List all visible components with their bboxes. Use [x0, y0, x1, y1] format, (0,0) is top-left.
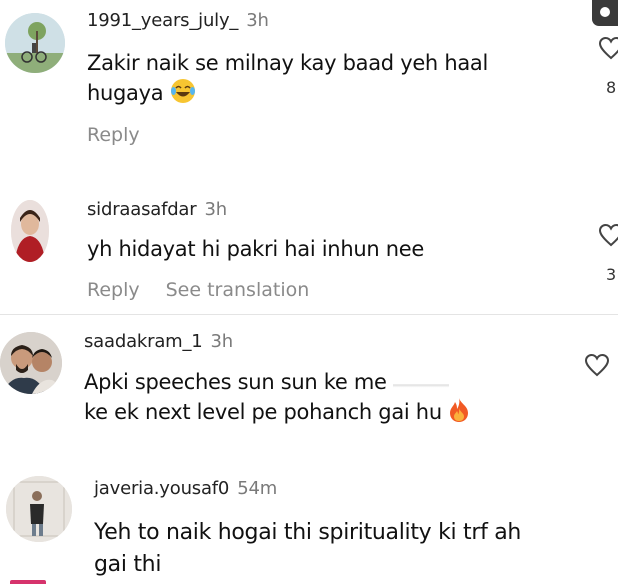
- comment-item: 1991_years_july_ 3h Zakir naik se milnay …: [0, 0, 618, 170]
- divider: [0, 314, 618, 315]
- next-comment-avatar-edge: [10, 580, 46, 584]
- avatar-image: [5, 13, 65, 73]
- comment-username[interactable]: sidraasafdar 3h: [87, 199, 227, 220]
- comment-username[interactable]: 1991_years_july_ 3h: [87, 10, 269, 31]
- like-heart-icon[interactable]: [598, 223, 618, 247]
- username-text[interactable]: 1991_years_july_: [87, 10, 238, 31]
- username-text[interactable]: saadakram_1: [84, 331, 203, 352]
- comment-username[interactable]: saadakram_1 3h: [84, 331, 233, 352]
- comment-time: 3h: [204, 199, 227, 220]
- avatar[interactable]: [11, 200, 49, 262]
- comment-text-line: Yeh to naik hogai thi spirituality ki tr…: [94, 520, 522, 545]
- comment-text: Zakir naik se milnay kay baad yeh haal h…: [87, 49, 567, 112]
- avatar-image: [0, 332, 62, 394]
- comment-text-line: gai thi: [94, 552, 162, 577]
- comment-username[interactable]: javeria.yousaf0 54m: [94, 478, 277, 499]
- text-overlay-smudge: [393, 371, 450, 393]
- username-text[interactable]: sidraasafdar: [87, 199, 197, 220]
- avatar[interactable]: [5, 13, 65, 73]
- like-heart-icon[interactable]: [584, 353, 610, 377]
- username-text[interactable]: javeria.yousaf0: [94, 478, 229, 499]
- avatar[interactable]: [0, 332, 62, 394]
- comment-actions: Reply: [87, 124, 166, 146]
- comment-text-fragment: Apki speeches sun sun ke me: [84, 370, 387, 394]
- comment-item: saadakram_1 3h Apki speeches sun sun ke m…: [0, 320, 618, 460]
- comment-time: 3h: [246, 10, 269, 31]
- comment-actions: Reply See translation: [87, 279, 335, 301]
- comment-text-line: hugaya: [87, 78, 567, 112]
- like-heart-icon[interactable]: [598, 36, 618, 60]
- reply-button[interactable]: Reply: [87, 124, 140, 146]
- fire-emoji-icon: [448, 397, 470, 431]
- comment-text: Apki speeches sun sun ke me ke ek next l…: [84, 368, 564, 431]
- like-count: 3: [606, 265, 617, 284]
- comment-item: javeria.yousaf0 54m Yeh to naik hogai thi…: [0, 466, 618, 584]
- comment-time: 54m: [237, 478, 278, 499]
- comment-text-line: ke ek next level pe pohanch gai hu: [84, 397, 564, 431]
- reply-button[interactable]: Reply: [87, 279, 140, 301]
- avatar-image: [6, 476, 72, 542]
- avatar-image: [11, 200, 49, 262]
- comment-item: sidraasafdar 3h yh hidayat hi pakri hai i…: [0, 190, 618, 312]
- comment-text-fragment: ke ek next level pe pohanch gai hu: [84, 400, 442, 424]
- comment-time: 3h: [210, 331, 234, 352]
- like-count: 8: [606, 78, 617, 97]
- comment-text-line: Zakir naik se milnay kay baad yeh haal: [87, 51, 489, 75]
- avatar[interactable]: [6, 476, 72, 542]
- comment-text-line: Apki speeches sun sun ke me: [84, 368, 564, 397]
- comment-text-fragment: hugaya: [87, 81, 164, 105]
- comment-text: yh hidayat hi pakri hai inhun nee: [87, 237, 424, 261]
- see-translation-link[interactable]: See translation: [166, 279, 310, 301]
- comment-text: Yeh to naik hogai thi spirituality ki tr…: [94, 517, 614, 581]
- laughing-tears-emoji-icon: [170, 78, 196, 112]
